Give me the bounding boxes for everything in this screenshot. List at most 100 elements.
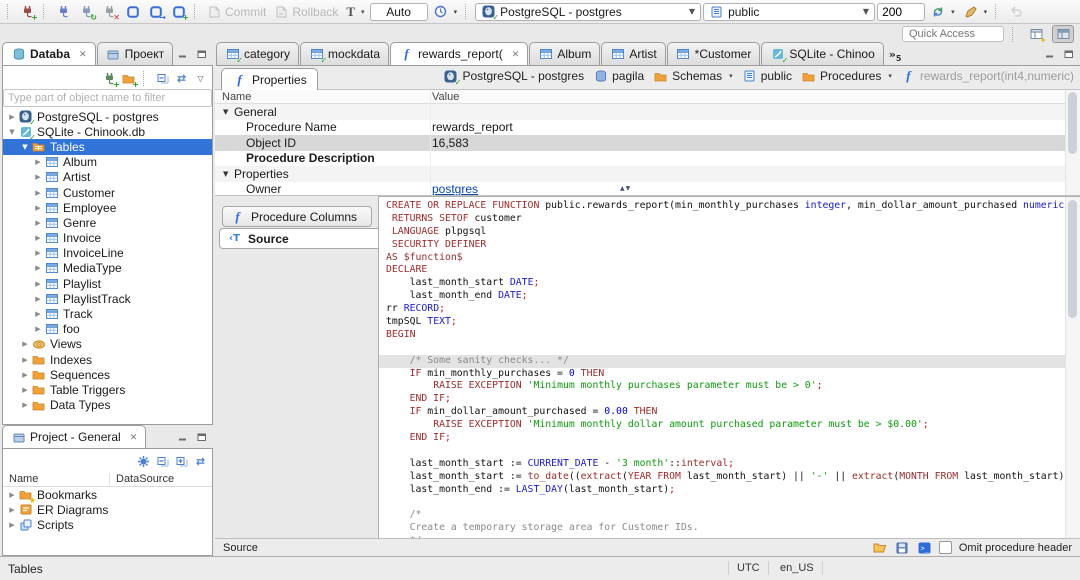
expand-all-icon[interactable] bbox=[174, 455, 189, 468]
column-datasource[interactable]: DataSource bbox=[110, 473, 174, 485]
splitter-handle-icon[interactable]: ▲▼ bbox=[620, 185, 631, 192]
min-icon[interactable] bbox=[175, 48, 190, 61]
property-row-owner[interactable]: Owner postgres bbox=[215, 182, 1080, 195]
code-line[interactable]: LANGUAGE plpgsql bbox=[386, 226, 1078, 239]
code-line[interactable]: IF min_dollar_amount_purchased = 0.00 TH… bbox=[386, 406, 1078, 419]
collapse-arrow-icon[interactable]: ▼ bbox=[7, 128, 17, 136]
link-editor-icon[interactable]: ⇄ bbox=[174, 72, 189, 85]
code-line[interactable]: tmpSQL TEXT; bbox=[386, 316, 1078, 329]
tree-item-mediatype[interactable]: ▶ MediaType bbox=[3, 261, 212, 276]
open-perspective-button[interactable]: ✦ bbox=[1025, 25, 1047, 44]
code-line[interactable]: RAISE EXCEPTION 'Minimum monthly purchas… bbox=[386, 380, 1078, 393]
column-name[interactable]: Name bbox=[3, 472, 110, 485]
expand-arrow-icon[interactable]: ▶ bbox=[33, 325, 43, 333]
expand-arrow-icon[interactable]: ▶ bbox=[33, 249, 43, 257]
sync-data-button[interactable]: ▾ bbox=[927, 2, 958, 22]
tree-item-playlist[interactable]: ▶ Playlist bbox=[3, 276, 212, 291]
editor-scrollbar[interactable] bbox=[1065, 197, 1080, 538]
project-item-scripts[interactable]: ▶ Scripts bbox=[3, 517, 212, 532]
tree-item-employee[interactable]: ▶ Employee bbox=[3, 200, 212, 215]
collapse-arrow-icon[interactable]: ▼ bbox=[223, 170, 232, 178]
disconnect-button[interactable]: ✕ bbox=[99, 2, 120, 22]
expand-arrow-icon[interactable]: ▶ bbox=[33, 295, 43, 303]
max-icon[interactable] bbox=[194, 431, 209, 444]
breadcrumb-pagila[interactable]: pagila bbox=[593, 69, 644, 83]
collapse-arrow-icon[interactable]: ▼ bbox=[20, 143, 30, 151]
code-line[interactable]: last_month_start := CURRENT_DATE - '3 mo… bbox=[386, 458, 1078, 471]
expand-arrow-icon[interactable]: ▶ bbox=[33, 219, 43, 227]
breadcrumb-procedures[interactable]: Procedures ▾ bbox=[801, 69, 892, 83]
tree-item-track[interactable]: ▶ Track bbox=[3, 306, 212, 321]
tab-sqlite-chinoo[interactable]: ✓ SQLite - Chinoo bbox=[761, 42, 884, 65]
tree-item-genre[interactable]: ▶ Genre bbox=[3, 215, 212, 230]
collapse-all-icon[interactable] bbox=[155, 455, 170, 468]
expand-arrow-icon[interactable]: ▶ bbox=[20, 340, 30, 348]
new-sql-editor-button[interactable]: + bbox=[168, 2, 189, 22]
collapse-arrow-icon[interactable]: ▼ bbox=[223, 108, 232, 116]
code-line[interactable]: last_month_start := to_date((extract(YEA… bbox=[386, 471, 1080, 484]
hidden-tabs-chevron[interactable]: »5 bbox=[889, 48, 902, 63]
sql-source-code[interactable]: CREATE OR REPLACE FUNCTION public.reward… bbox=[386, 200, 1080, 538]
code-line[interactable] bbox=[386, 445, 1078, 458]
property-row-general[interactable]: ▼ General bbox=[215, 104, 1080, 120]
code-line[interactable]: last_month_start DATE; bbox=[386, 277, 1078, 290]
tab-проект[interactable]: Проект bbox=[96, 42, 174, 65]
min-icon[interactable] bbox=[175, 431, 190, 444]
tab-databa[interactable]: Databa ✕ bbox=[2, 42, 96, 65]
expand-arrow-icon[interactable]: ▶ bbox=[7, 113, 17, 121]
expand-arrow-icon[interactable]: ▶ bbox=[20, 386, 30, 394]
tab-artist[interactable]: Artist bbox=[601, 42, 666, 65]
scrollbar-thumb[interactable] bbox=[1068, 92, 1077, 154]
tree-item-customer[interactable]: ▶ Customer bbox=[3, 185, 212, 200]
close-icon[interactable]: ✕ bbox=[130, 432, 138, 443]
terminal-icon[interactable]: >_ bbox=[917, 541, 932, 554]
expand-arrow-icon[interactable]: ▶ bbox=[7, 506, 17, 514]
code-line[interactable]: AS $function$ bbox=[386, 252, 1078, 265]
owner-link[interactable]: postgres bbox=[432, 182, 478, 195]
expand-arrow-icon[interactable]: ▶ bbox=[33, 189, 43, 197]
commit-mode-combo[interactable]: Auto bbox=[369, 2, 428, 21]
expand-arrow-icon[interactable]: ▶ bbox=[33, 280, 43, 288]
tree-item-album[interactable]: ▶ Album bbox=[3, 155, 212, 170]
tree-item-artist[interactable]: ▶ Artist bbox=[3, 170, 212, 185]
tab-category[interactable]: ✓ category bbox=[216, 42, 300, 65]
collapse-all-icon[interactable] bbox=[155, 72, 170, 85]
object-filter-input[interactable] bbox=[3, 89, 212, 107]
code-line[interactable]: DECLARE bbox=[386, 264, 1078, 277]
code-line[interactable]: RETURNS SETOF customer bbox=[386, 213, 1078, 226]
code-line[interactable]: last_month_end := LAST_DAY(last_month_st… bbox=[386, 484, 1078, 497]
active-schema-combo[interactable]: public ▼ bbox=[703, 2, 876, 21]
expand-arrow-icon[interactable]: ▶ bbox=[33, 204, 43, 212]
fetch-size-input[interactable] bbox=[877, 2, 926, 21]
tab-mockdata[interactable]: ✓ mockdata bbox=[300, 42, 390, 65]
dbeaver-perspective-button[interactable] bbox=[1052, 25, 1074, 43]
tree-item-data-types[interactable]: ▶ Data Types bbox=[3, 398, 212, 413]
link-editor-icon[interactable]: ⇄ bbox=[193, 455, 208, 468]
tree-item-postgresql-postgres[interactable]: ▶ ✓ PostgreSQL - postgres bbox=[3, 109, 212, 127]
code-line[interactable]: SECURITY DEFINER bbox=[386, 239, 1078, 252]
sql-editor-button[interactable] bbox=[122, 2, 143, 22]
code-line[interactable]: /* bbox=[386, 509, 1078, 522]
max-icon[interactable] bbox=[1061, 48, 1076, 61]
breadcrumb-postgresql-postgres[interactable]: ✓ PostgreSQL - postgres bbox=[443, 69, 584, 86]
tab-properties[interactable]: f Properties bbox=[221, 68, 318, 91]
rollback-button[interactable]: Rollback bbox=[271, 2, 341, 22]
tree-item-foo[interactable]: ▶ foo bbox=[3, 322, 212, 337]
column-value[interactable]: Value bbox=[432, 91, 459, 103]
gear-icon[interactable] bbox=[136, 455, 151, 468]
property-row-procedure-name[interactable]: Procedure Name rewards_report bbox=[215, 120, 1080, 136]
code-line[interactable] bbox=[386, 496, 1078, 509]
grid-scrollbar[interactable] bbox=[1065, 90, 1080, 195]
code-line[interactable]: last_month_end DATE; bbox=[386, 290, 1078, 303]
new-connection-button[interactable]: + bbox=[17, 2, 38, 22]
open-sql-script-button[interactable]: → bbox=[145, 2, 166, 22]
expand-arrow-icon[interactable]: ▶ bbox=[20, 356, 30, 364]
reconnect-button[interactable]: ↻ bbox=[76, 2, 97, 22]
column-name[interactable]: Name bbox=[215, 91, 432, 103]
tree-item-tables[interactable]: ▼ Tables bbox=[3, 139, 212, 155]
omit-header-checkbox[interactable] bbox=[938, 541, 952, 554]
breadcrumb-rewards-report-int4-numeric[interactable]: f rewards_report(int4,numeric) bbox=[901, 68, 1074, 83]
expand-arrow-icon[interactable]: ▶ bbox=[33, 158, 43, 166]
project-item-bookmarks[interactable]: ▶ ★ Bookmarks bbox=[3, 487, 212, 505]
folder-new-icon[interactable]: + bbox=[121, 72, 139, 88]
